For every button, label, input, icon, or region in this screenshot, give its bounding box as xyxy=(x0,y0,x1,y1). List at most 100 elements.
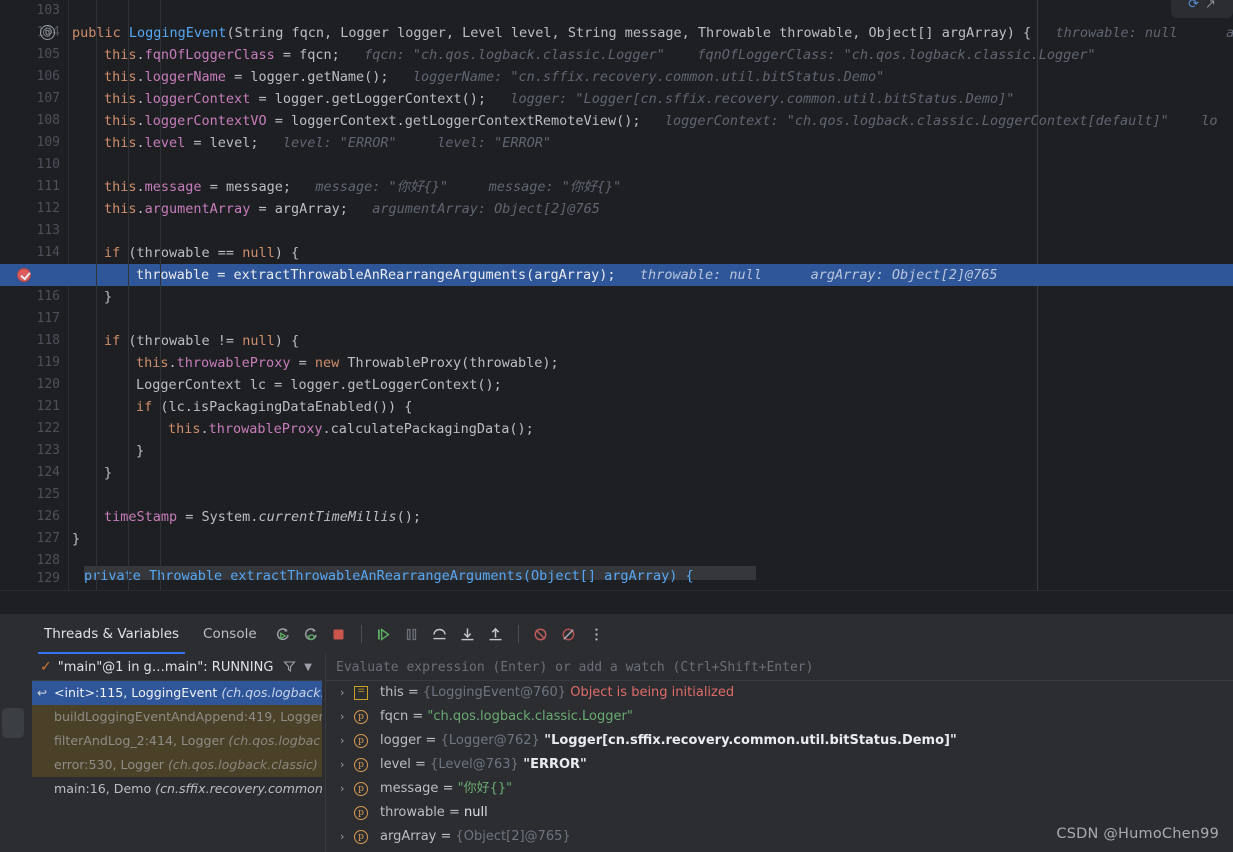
code-token: this xyxy=(104,69,137,85)
resume-button[interactable] xyxy=(371,621,397,647)
code-token: timeStamp xyxy=(104,509,178,525)
step-out-button[interactable] xyxy=(483,621,509,647)
code-token: this xyxy=(168,421,201,437)
code-lines[interactable]: 103 104 @ public LoggingEvent(String fqcn, … xyxy=(0,0,1233,590)
variable-row[interactable]: › p message = "你好{}" xyxy=(326,777,1233,801)
tab-console[interactable]: Console xyxy=(191,614,269,654)
line-number: 107 xyxy=(36,91,60,106)
code-line[interactable]: 121 if (lc.isPackagingDataEnabled()) { xyxy=(0,396,1233,418)
debug-tabbar[interactable]: Threads & Variables Console xyxy=(32,614,1233,654)
equals-sign: = xyxy=(410,757,431,772)
chevron-right-icon[interactable]: › xyxy=(340,705,350,729)
code-text: } xyxy=(136,440,144,462)
code-line-current[interactable]: throwable = extractThrowableAnRearrangeA… xyxy=(0,264,1233,286)
filter-icon[interactable] xyxy=(283,658,297,677)
code-line[interactable]: 125 xyxy=(0,484,1233,506)
chevron-right-icon[interactable]: › xyxy=(340,681,350,705)
rerun-icon[interactable]: ⟳ xyxy=(1188,0,1199,12)
variable-reference: {Logger@762} xyxy=(440,733,540,748)
pause-button[interactable] xyxy=(399,621,425,647)
chevron-right-icon[interactable]: › xyxy=(340,729,350,753)
code-line[interactable]: 116} xyxy=(0,286,1233,308)
code-line[interactable]: 106 this.loggerName = logger.getName(); l… xyxy=(0,66,1233,88)
code-line[interactable]: 113 xyxy=(0,220,1233,242)
collapsed-tool-window-button[interactable] xyxy=(2,708,24,738)
step-into-button[interactable] xyxy=(455,621,481,647)
variable-row[interactable]: › p level = {Level@763} "ERROR" xyxy=(326,753,1233,777)
more-options-button[interactable] xyxy=(584,621,610,647)
evaluate-expression-input[interactable] xyxy=(326,654,1233,680)
equals-sign: = xyxy=(444,805,464,820)
code-token: } xyxy=(136,443,145,459)
code-line[interactable]: 104 @ public LoggingEvent(String fqcn, Log… xyxy=(0,22,1233,44)
code-token: = level; xyxy=(185,135,259,151)
thread-selector[interactable]: ✓ "main"@1 in g…main": RUNNING ▼ xyxy=(32,654,322,681)
frames-list[interactable]: ↩ <init>:115, LoggingEvent (ch.qos.logbac… xyxy=(32,681,322,836)
code-line[interactable]: 124} xyxy=(0,462,1233,484)
code-line[interactable]: 109 this.level = level; level: "ERROR" le… xyxy=(0,132,1233,154)
code-line[interactable]: 118 if (throwable != null) { xyxy=(0,330,1233,352)
variable-name: level xyxy=(380,757,411,772)
code-token: . xyxy=(136,113,145,129)
code-line[interactable]: 119 this.throwableProxy = new ThrowablePr… xyxy=(0,352,1233,374)
step-over-button[interactable] xyxy=(427,621,453,647)
variable-row[interactable]: p throwable = null xyxy=(326,801,1233,825)
variable-row[interactable]: › p logger = {Logger@762} "Logger[cn.sffix… xyxy=(326,729,1233,753)
variable-reference: {Object[2]@765} xyxy=(455,829,571,844)
stop-button[interactable] xyxy=(326,621,352,647)
rerun-button[interactable] xyxy=(270,621,296,647)
chevron-right-icon[interactable]: › xyxy=(340,753,350,777)
code-text: } xyxy=(104,286,112,308)
rerun-debug-button[interactable] xyxy=(298,621,324,647)
frame-item[interactable]: buildLoggingEventAndAppend:419, Logger xyxy=(32,705,322,729)
line-number: 121 xyxy=(36,399,60,414)
settings-icon[interactable]: ↗ xyxy=(1205,0,1216,12)
floating-editor-toolbar[interactable]: ⟳ ↗ xyxy=(1171,0,1233,18)
mute-breakpoints-button[interactable] xyxy=(528,621,554,647)
breakpoint-icon[interactable] xyxy=(17,268,31,282)
code-token: LoggingEvent xyxy=(128,25,227,41)
code-line[interactable]: 123} xyxy=(0,440,1233,462)
chevron-right-icon[interactable]: › xyxy=(340,777,350,801)
code-line[interactable]: 127} xyxy=(0,528,1233,550)
code-line[interactable]: 122 this.throwableProxy.calculatePackagin… xyxy=(0,418,1233,440)
code-text: this.message = message; message: "你好{}" … xyxy=(104,176,621,198)
code-line[interactable]: 108 this.loggerContextVO = loggerContext.… xyxy=(0,110,1233,132)
code-line[interactable]: 103 xyxy=(0,0,1233,22)
code-token: this xyxy=(104,91,137,107)
code-line[interactable]: 120 LoggerContext lc = logger.getLoggerCo… xyxy=(0,374,1233,396)
code-line[interactable]: 110 xyxy=(0,154,1233,176)
code-line[interactable]: 105 this.fqnOfLoggerClass = fqcn; fqcn: "… xyxy=(0,44,1233,66)
code-editor[interactable]: 103 104 @ public LoggingEvent(String fqcn, … xyxy=(0,0,1233,590)
code-line[interactable]: 117 xyxy=(0,308,1233,330)
editor-debug-splitter[interactable] xyxy=(0,590,1233,614)
code-line[interactable]: 112 this.argumentArray = argArray; argume… xyxy=(0,198,1233,220)
tab-threads-variables[interactable]: Threads & Variables xyxy=(32,614,191,654)
code-line[interactable]: 111 this.message = message; message: "你好{… xyxy=(0,176,1233,198)
evaluate-expression-bar[interactable] xyxy=(325,654,1233,681)
variable-row[interactable]: › ☰ this = {LoggingEvent@760} Object is be… xyxy=(326,681,1233,705)
code-line[interactable]: 126 timeStamp = System.currentTimeMillis(… xyxy=(0,506,1233,528)
line-number: 114 xyxy=(36,245,60,260)
variable-value: Object is being initialized xyxy=(566,685,735,700)
frame-item[interactable]: ↩ <init>:115, LoggingEvent (ch.qos.logbac… xyxy=(32,681,322,705)
chevron-right-icon[interactable]: › xyxy=(340,825,350,849)
frame-method: filterAndLog_2:414, Logger xyxy=(54,733,229,748)
variable-row[interactable]: › p fqcn = "ch.qos.logback.classic.Logger" xyxy=(326,705,1233,729)
frame-package: (ch.qos.logbac xyxy=(228,733,321,748)
annotation-gutter-icon[interactable]: @ xyxy=(40,25,55,40)
code-text: this.throwableProxy.calculatePackagingDa… xyxy=(168,418,534,440)
code-token: ) { xyxy=(274,245,300,261)
chevron-down-icon[interactable]: ▼ xyxy=(304,662,312,673)
variable-reference: {LoggingEvent@760} xyxy=(422,685,567,700)
frame-item[interactable]: error:530, Logger (ch.qos.logback.classi… xyxy=(32,753,322,777)
frame-item[interactable]: main:16, Demo (cn.sffix.recovery.common. xyxy=(32,777,322,801)
line-number: 126 xyxy=(36,509,60,524)
code-line[interactable]: 107 this.loggerContext = logger.getLogger… xyxy=(0,88,1233,110)
tab-label: Threads & Variables xyxy=(44,626,180,642)
view-breakpoints-button[interactable] xyxy=(556,621,582,647)
frame-item[interactable]: filterAndLog_2:414, Logger (ch.qos.logba… xyxy=(32,729,322,753)
field-icon: p xyxy=(354,806,368,820)
code-line[interactable]: 114 if (throwable == null) { xyxy=(0,242,1233,264)
code-token: ThrowableProxy(throwable); xyxy=(339,355,559,371)
